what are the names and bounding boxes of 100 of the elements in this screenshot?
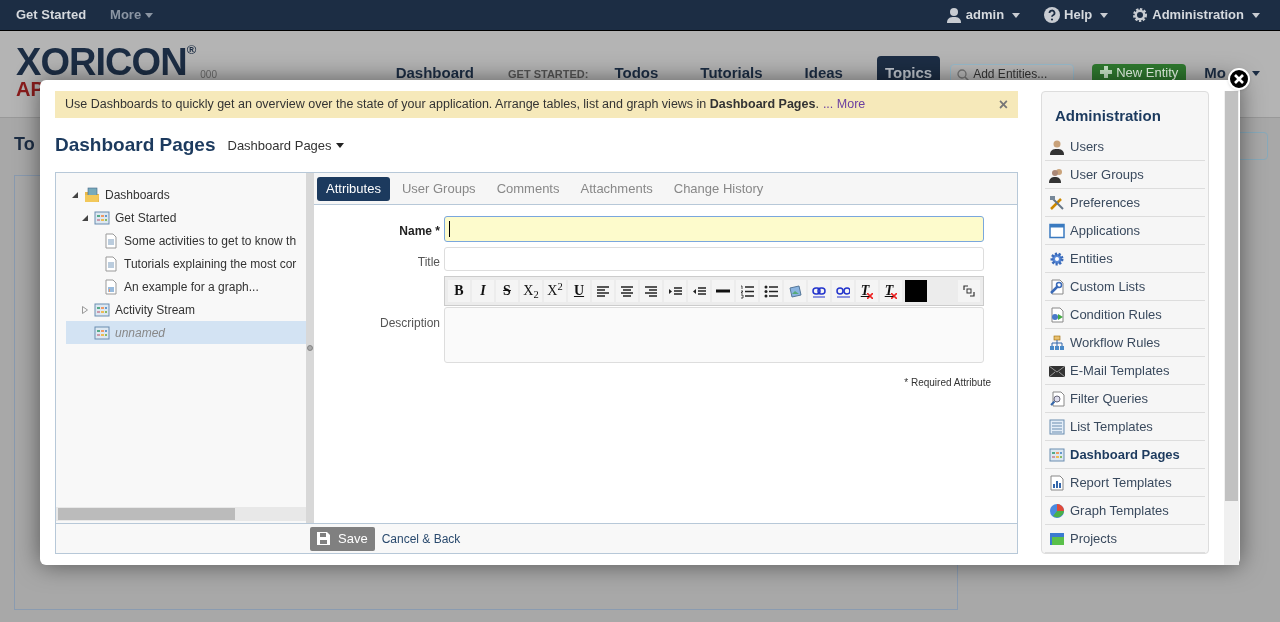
nav-caption: GET STARTED: [508, 67, 589, 82]
sidebar-item[interactable]: List Templates [1045, 413, 1205, 441]
tree-item[interactable]: Activity Stream [56, 298, 306, 321]
numbered-list-icon [740, 283, 754, 299]
close-button[interactable]: × [998, 96, 1008, 113]
plus-icon [1100, 65, 1113, 78]
sidebar-item[interactable]: Applications [1045, 217, 1205, 245]
cross-icon [891, 293, 898, 299]
sidebar-item[interactable]: User Groups [1045, 161, 1205, 189]
search-icon [957, 68, 970, 81]
version-text: 000 [200, 68, 217, 82]
unlink-button[interactable] [832, 280, 854, 302]
tree-item[interactable]: Tutorials explaining the most cor [56, 252, 306, 275]
align-right-icon [644, 283, 658, 299]
sidebar-item[interactable]: Workflow Rules [1045, 329, 1205, 357]
wrench-icon [1049, 278, 1065, 295]
tab[interactable]: Attributes [317, 176, 390, 201]
registered-mark: ® [186, 43, 197, 56]
align-right-button[interactable] [640, 280, 662, 302]
sidebar-item[interactable]: Custom Lists [1045, 273, 1205, 301]
field-label: Title [416, 254, 440, 271]
sidebar-item[interactable]: Filter Queries [1045, 385, 1205, 413]
user-icon [945, 7, 962, 23]
text-cursor [449, 221, 450, 237]
bar-chart-icon [1049, 474, 1065, 491]
sidebar-item[interactable]: Entities [1045, 245, 1205, 273]
chart-document-icon [103, 278, 119, 295]
title-dropdown[interactable]: Dashboard Pages [227, 135, 344, 156]
bold-button[interactable]: B [448, 280, 470, 302]
help-icon [1044, 7, 1061, 23]
more-link[interactable]: ... More [822, 95, 866, 114]
nav-link[interactable]: More [110, 5, 154, 25]
clear-style-button[interactable]: T [880, 280, 902, 302]
horizontal-scrollbar[interactable] [56, 507, 306, 522]
expanded-icon [72, 191, 78, 198]
horizontal-rule-button[interactable] [712, 280, 734, 302]
field-label: Description [378, 315, 440, 332]
caret-icon [1252, 70, 1260, 76]
tree-item[interactable]: Dashboards [56, 183, 306, 206]
search-document-icon [1049, 390, 1065, 407]
underline-button[interactable]: U [568, 280, 590, 302]
menu-link[interactable]: admin [945, 5, 1021, 25]
page-title: To [14, 135, 35, 153]
sidebar-item[interactable]: Dashboard Pages [1045, 441, 1205, 469]
grid-icon [1049, 446, 1065, 463]
scrollbar-thumb[interactable] [58, 508, 235, 521]
grid-icon [94, 324, 110, 341]
menu-link[interactable]: Help [1044, 5, 1109, 25]
sidebar-item[interactable]: Condition Rules [1045, 301, 1205, 329]
sidebar-item[interactable]: Graph Templates [1045, 497, 1205, 525]
scrollbar-thumb[interactable] [1225, 91, 1238, 501]
clear-format-button[interactable]: T [856, 280, 878, 302]
numbered-list-button[interactable] [736, 280, 758, 302]
expanded-icon [82, 214, 88, 221]
splitter-handle[interactable] [306, 173, 314, 524]
caret-icon [1012, 12, 1021, 18]
outdent-button[interactable] [688, 280, 710, 302]
vertical-scrollbar[interactable] [1224, 91, 1239, 565]
superscript-button[interactable]: X$^{2}$ [544, 280, 566, 302]
caret-icon [1100, 12, 1109, 18]
italic-button[interactable]: I [472, 280, 494, 302]
grid-icon [94, 301, 110, 318]
settings-icon [1132, 7, 1149, 23]
cancel-link[interactable]: Cancel & Back [381, 529, 461, 548]
tree-item[interactable]: Get Started [56, 206, 306, 229]
strikethrough-button[interactable]: S [496, 280, 518, 302]
logo-text: XORICON [16, 43, 187, 81]
notice-text: Use Dashboards to quickly get an overview over the state of your application. Arrange tables, list and graph views in Dashboard Pages. [65, 96, 819, 114]
tree-item[interactable]: An example for a graph... [56, 275, 306, 298]
tree-item[interactable]: Some activities to get to know th [56, 229, 306, 252]
sidebar-title: Administration [1054, 106, 1162, 126]
document-icon [103, 255, 119, 272]
sidebar-item[interactable]: Report Templates [1045, 469, 1205, 497]
link-button[interactable] [808, 280, 830, 302]
align-center-button[interactable] [616, 280, 638, 302]
image-icon [788, 283, 802, 299]
input-field[interactable] [444, 216, 984, 242]
required-note: * Required Attribute [904, 376, 991, 390]
tools-icon [1049, 194, 1065, 211]
indent-button[interactable] [664, 280, 686, 302]
sidebar-item[interactable]: E-Mail Templates [1045, 357, 1205, 385]
collapsed-icon [82, 305, 88, 314]
sidebar-item[interactable]: Preferences [1045, 189, 1205, 217]
cross-icon [867, 293, 874, 299]
align-left-button[interactable] [592, 280, 614, 302]
cog-icon [1049, 250, 1065, 267]
subscript-button[interactable]: X$_{2}$ [520, 280, 542, 302]
menu-link[interactable]: Administration [1132, 5, 1260, 25]
more-link[interactable]: Mo [1204, 62, 1260, 90]
text-color-button[interactable] [905, 280, 927, 302]
maximize-button[interactable] [958, 280, 980, 302]
pie-chart-icon [1049, 502, 1065, 519]
sidebar-item[interactable]: Projects [1045, 525, 1205, 553]
bullet-list-button[interactable] [760, 280, 782, 302]
image-button[interactable] [784, 280, 806, 302]
caret-icon [1252, 12, 1260, 18]
grip-icon [307, 345, 313, 352]
sidebar-item[interactable]: Users [1045, 133, 1205, 161]
save-button[interactable]: Save [310, 526, 375, 551]
nav-link[interactable]: Get Started [16, 5, 87, 25]
